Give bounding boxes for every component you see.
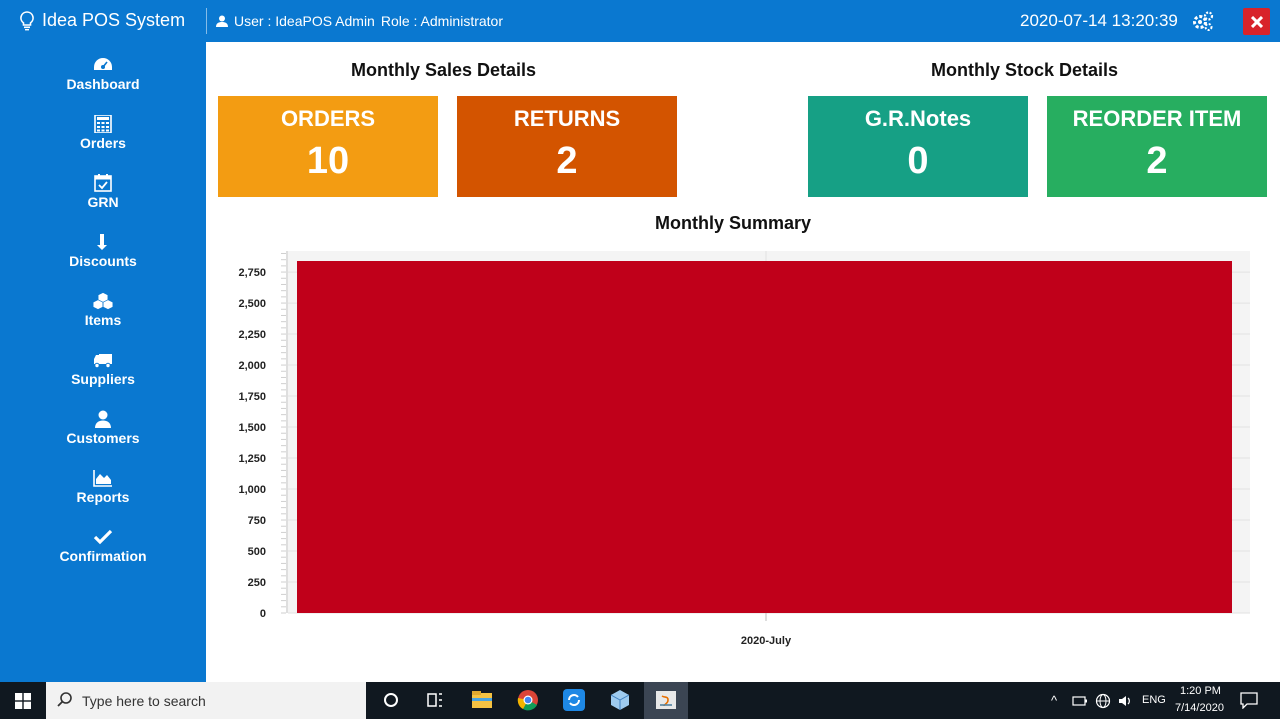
- cubes-icon: [93, 292, 113, 310]
- stock-section-title: Monthly Stock Details: [931, 60, 1119, 80]
- active-app-highlight[interactable]: [644, 682, 688, 719]
- monthly-summary-chart: 0 250 500 750 1,000 1,250 1,500 1,750 2,000 2,250…: [220, 245, 1260, 665]
- card-label: ORDERS: [280, 106, 376, 131]
- start-button[interactable]: [0, 682, 46, 719]
- y-tick-label: 1,000: [238, 484, 266, 496]
- title-divider: [206, 8, 207, 34]
- x-tick-label: 2020-July: [741, 635, 792, 647]
- sidebar-item-suppliers[interactable]: Suppliers: [0, 351, 206, 403]
- sidebar-item-label: Confirmation: [59, 548, 147, 564]
- close-button[interactable]: [1243, 8, 1270, 35]
- card-label: G.R.Notes: [864, 106, 972, 131]
- chart-title: Monthly Summary: [655, 213, 812, 233]
- user-role: Role : Administrator: [380, 13, 504, 29]
- y-tick-label: 1,250: [238, 453, 266, 465]
- sidebar-item-label: Dashboard: [66, 76, 140, 92]
- lightbulb-icon: [20, 10, 34, 30]
- y-tick-label: 2,500: [238, 298, 266, 310]
- arrow-down-icon: [97, 234, 107, 250]
- card-value: 2: [1146, 140, 1168, 182]
- sidebar-item-label: Orders: [80, 135, 126, 151]
- y-tick-label: 2,750: [238, 267, 266, 279]
- card-label: REORDER ITEM: [1072, 106, 1242, 131]
- y-tick-label: 0: [260, 608, 266, 620]
- y-tick-label: 1,500: [238, 422, 266, 434]
- notification-icon[interactable]: [1240, 692, 1258, 709]
- y-tick-label: 1,750: [238, 391, 266, 403]
- user-name: User : IdeaPOS Admin: [234, 13, 375, 29]
- sidebar-item-customers[interactable]: Customers: [0, 410, 206, 462]
- virtualbox-icon[interactable]: [607, 688, 633, 712]
- sidebar-item-reports[interactable]: Reports: [0, 469, 206, 521]
- chevron-up-icon[interactable]: ^: [1051, 693, 1057, 708]
- app-title-text: Idea POS System: [42, 10, 186, 30]
- sales-section-title: Monthly Sales Details: [351, 60, 537, 80]
- returns-card[interactable]: RETURNS 2: [457, 96, 677, 197]
- card-label: RETURNS: [513, 106, 621, 131]
- sidebar-item-discounts[interactable]: Discounts: [0, 233, 206, 285]
- sidebar-item-confirmation[interactable]: Confirmation: [0, 528, 206, 580]
- sidebar-item-label: Reports: [76, 489, 130, 505]
- y-tick-label: 2,000: [238, 360, 266, 372]
- calculator-icon: [94, 115, 112, 133]
- sidebar-item-orders[interactable]: Orders: [0, 115, 206, 167]
- taskbar-search-input[interactable]: Type here to search: [46, 682, 366, 719]
- windows-taskbar: Type here to search ^ ENG 1:20 PM 7/14/2: [0, 682, 1280, 719]
- sidebar-item-grn[interactable]: GRN: [0, 174, 206, 226]
- card-value: 2: [556, 140, 578, 182]
- chrome-icon[interactable]: [515, 688, 541, 712]
- grn-card[interactable]: G.R.Notes 0: [808, 96, 1028, 197]
- clock-display: 2020-07-14 13:20:39: [1020, 11, 1178, 30]
- sidebar-item-label: Items: [84, 312, 122, 328]
- sync-app-icon[interactable]: [561, 688, 587, 712]
- sidebar-item-dashboard[interactable]: Dashboard: [0, 56, 206, 108]
- dashboard-icon: [94, 58, 112, 70]
- y-tick-label: 500: [248, 546, 266, 558]
- truck-icon: [94, 354, 112, 369]
- sidebar-item-items[interactable]: Items: [0, 292, 206, 344]
- sidebar-item-label: Suppliers: [71, 371, 135, 387]
- battery-icon[interactable]: [1072, 694, 1088, 707]
- search-icon: [57, 692, 72, 707]
- title-bar: Idea POS System User : IdeaPOS Admin Rol…: [0, 0, 1280, 42]
- user-icon: [216, 15, 228, 27]
- tray-time[interactable]: 1:20 PM: [1180, 685, 1221, 697]
- sidebar-item-label: GRN: [87, 194, 119, 210]
- settings-gear-icon[interactable]: [1192, 10, 1214, 32]
- volume-icon[interactable]: [1117, 693, 1133, 709]
- cortana-icon[interactable]: [378, 688, 404, 712]
- calendar-check-icon: [94, 174, 112, 192]
- sidebar: Dashboard Orders GRN Discounts Items Sup…: [0, 42, 206, 682]
- card-value: 10: [306, 140, 350, 182]
- card-value: 0: [907, 140, 929, 182]
- area-series: [297, 261, 1232, 613]
- area-chart-icon: [93, 470, 112, 487]
- language-indicator[interactable]: ENG: [1142, 694, 1166, 706]
- java-app-icon: [656, 691, 676, 709]
- search-placeholder: Type here to search: [82, 692, 206, 709]
- sidebar-item-label: Discounts: [69, 253, 137, 269]
- y-tick-label: 2,250: [238, 329, 266, 341]
- close-icon: [1250, 15, 1263, 28]
- chart-svg: 0 250 500 750 1,000 1,250 1,500 1,750 2,000 2,250…: [238, 251, 1250, 647]
- orders-card[interactable]: ORDERS 10: [218, 96, 438, 197]
- y-tick-label: 750: [248, 515, 266, 527]
- app-title: Idea POS System: [20, 10, 185, 31]
- check-icon: [93, 529, 113, 545]
- tray-date[interactable]: 7/14/2020: [1175, 702, 1224, 714]
- y-tick-label: 250: [248, 577, 266, 589]
- file-explorer-icon[interactable]: [469, 688, 495, 712]
- user-icon: [95, 410, 111, 428]
- network-globe-icon[interactable]: [1095, 693, 1111, 709]
- sidebar-item-label: Customers: [66, 430, 140, 446]
- windows-logo-icon: [15, 692, 31, 709]
- user-info: User : IdeaPOS Admin Role : Administrato…: [216, 13, 503, 29]
- reorder-card[interactable]: REORDER ITEM 2: [1047, 96, 1267, 197]
- task-view-icon[interactable]: [422, 688, 448, 712]
